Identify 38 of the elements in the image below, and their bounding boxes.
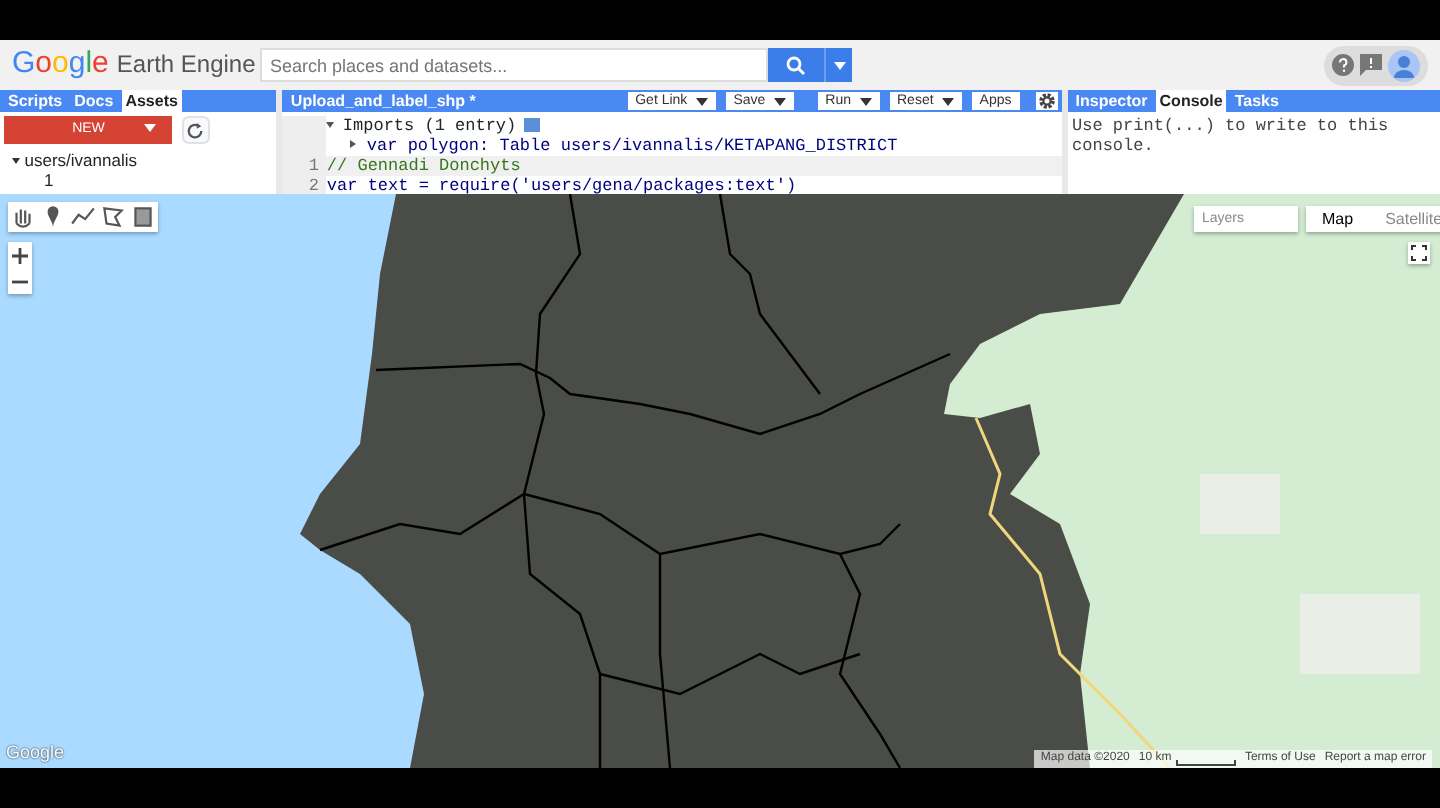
caret-icon xyxy=(833,61,845,69)
code-line: var text = require('users/gena/packages:text') xyxy=(326,176,797,194)
search-icon xyxy=(786,55,806,75)
caret-icon xyxy=(144,124,157,133)
feedback-icon[interactable] xyxy=(1360,54,1382,76)
settings-icon[interactable] xyxy=(1035,92,1058,110)
console-message: Use print(...) to write to this console. xyxy=(1070,114,1391,161)
import-info-icon[interactable] xyxy=(524,118,541,133)
fullscreen-icon[interactable] xyxy=(1408,242,1430,264)
plus-icon xyxy=(12,247,28,263)
avatar-icon[interactable] xyxy=(1388,49,1420,81)
tree-item[interactable]: 1 xyxy=(44,169,54,189)
line-tool-icon[interactable] xyxy=(70,204,96,230)
refresh-button[interactable] xyxy=(181,116,210,145)
logo-text: Google xyxy=(12,44,109,85)
rectangle-tool-icon[interactable] xyxy=(130,204,156,230)
search-button[interactable] xyxy=(768,48,824,82)
scale-bar xyxy=(1175,760,1236,766)
imports-label[interactable]: Imports (1 entry) xyxy=(342,116,517,137)
map-type-tab[interactable]: Map xyxy=(1306,206,1370,232)
dropdown-button[interactable] xyxy=(824,48,852,82)
line-number: 1 xyxy=(282,156,327,177)
help-icon[interactable] xyxy=(1332,54,1354,76)
google-logo: Google xyxy=(6,739,65,766)
product-name: Earth Engine xyxy=(116,48,256,83)
polygon-tool-icon[interactable] xyxy=(100,204,126,230)
tree-item[interactable]: users/ivannalis xyxy=(24,149,137,169)
zoom-in-button[interactable] xyxy=(8,242,32,268)
hand-tool-icon[interactable] xyxy=(10,204,36,230)
search-field[interactable]: Search places and datasets... xyxy=(260,48,768,82)
line-number: 2 xyxy=(282,176,327,194)
panel-tab[interactable]: Assets xyxy=(121,90,182,112)
panel-tab[interactable]: Console xyxy=(1155,90,1227,112)
import-entry: var polygon: Table users/ivannalis/KETAPANG_DISTRICT xyxy=(366,136,898,157)
code-line: // Gennadi Donchyts xyxy=(326,156,521,177)
expand-arrow-icon[interactable] xyxy=(12,157,20,167)
gutter-background xyxy=(282,116,327,137)
refresh-icon xyxy=(186,121,205,140)
